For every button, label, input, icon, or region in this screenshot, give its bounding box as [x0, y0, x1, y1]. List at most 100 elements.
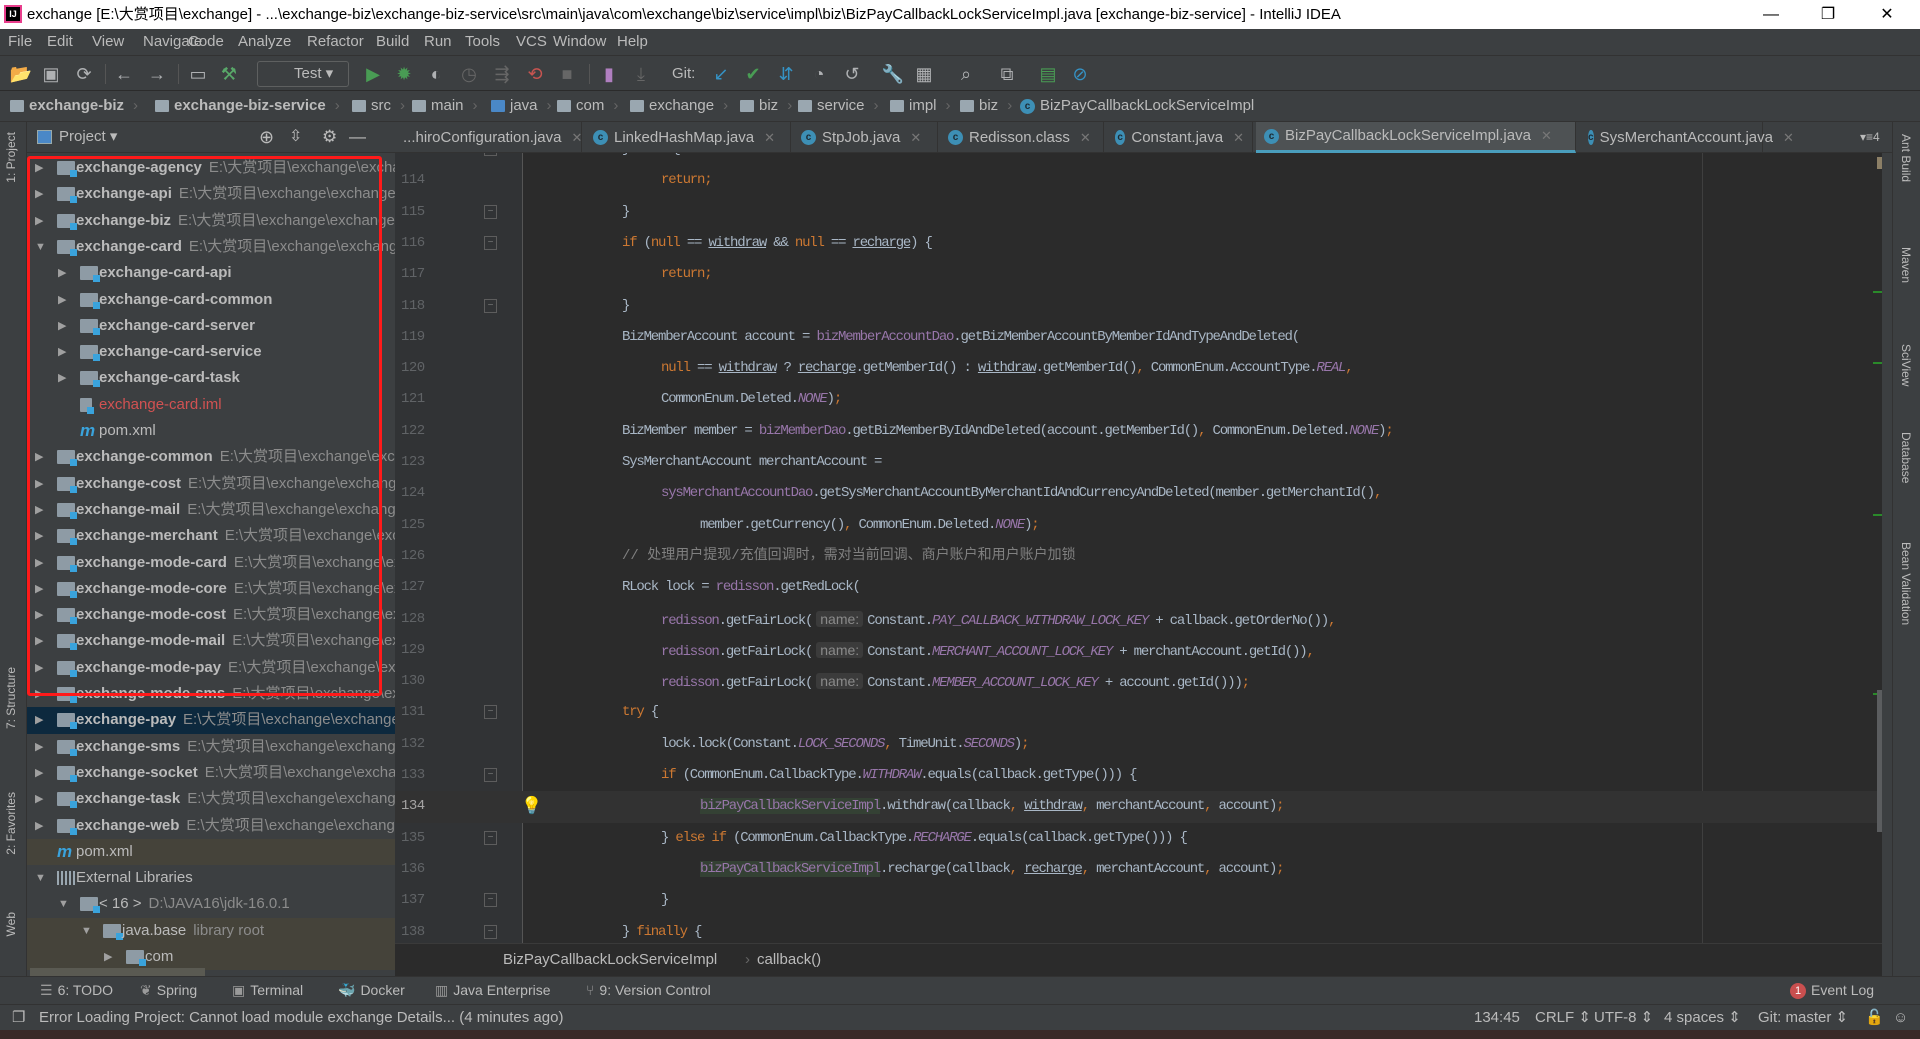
project-view-select[interactable]: Project ▾	[59, 122, 117, 152]
build-hammer-icon[interactable]: ⚒	[217, 62, 241, 86]
close-tab-icon[interactable]: ✕	[910, 123, 921, 153]
tree-item-pom.xml[interactable]: m pom.xml	[27, 838, 395, 866]
expand-arrow-icon[interactable]: ▼	[58, 891, 70, 917]
close-tab-icon[interactable]: ✕	[571, 123, 582, 153]
tool-Java Enterprise[interactable]: ▥ Java Enterprise	[435, 977, 551, 1004]
breadcrumb-class[interactable]: BizPayCallbackLockServiceImpl	[503, 944, 717, 976]
tree-item-exchange-mode-card[interactable]: ▶ exchange-mode-card E:\大赏项目\exchange\exch…	[27, 550, 395, 576]
gear-icon[interactable]: ⚙	[322, 122, 337, 152]
collapse-arrow-icon[interactable]: ▶	[35, 655, 47, 681]
collapse-arrow-icon[interactable]: ▶	[35, 208, 47, 234]
tree-item-exchange-card-service[interactable]: ▶ exchange-card-service	[27, 339, 395, 365]
expand-arrow-icon[interactable]: ▼	[35, 865, 47, 891]
tree-item-exchange-card-api[interactable]: ▶ exchange-card-api	[27, 260, 395, 286]
git-branch[interactable]: Git: master ⇕	[1758, 1005, 1848, 1030]
menu-build[interactable]: Build	[376, 29, 409, 55]
fold-marker-icon[interactable]: −	[484, 924, 497, 939]
fold-marker-icon[interactable]: −	[484, 893, 497, 908]
plugin-icon[interactable]: ⧉	[995, 62, 1019, 86]
menu-file[interactable]: File	[8, 29, 32, 55]
tab-BizPayCallbackLockServiceImpl.java[interactable]: c BizPayCallbackLockServiceImpl.java ✕	[1256, 122, 1576, 153]
menu-window[interactable]: Window	[553, 29, 606, 55]
tool-Terminal[interactable]: ▣ Terminal	[232, 977, 303, 1004]
tree-item-exchange-mode-sms[interactable]: ▶ exchange-mode-sms E:\大赏项目\exchange\excha…	[27, 681, 395, 707]
editor-vertical-scrollbar[interactable]	[1877, 690, 1882, 832]
history-icon[interactable]: ◔	[807, 62, 831, 86]
collapse-arrow-icon[interactable]: ▶	[35, 497, 47, 523]
debug-icon[interactable]: ✹	[392, 62, 416, 86]
collapse-arrow-icon[interactable]: ▶	[35, 707, 47, 733]
profile-icon[interactable]: ◷	[457, 62, 481, 86]
tab-Redisson.class[interactable]: c Redisson.class ✕	[940, 122, 1104, 153]
inspector-icon[interactable]: ☺	[1893, 1005, 1908, 1030]
tree-item-com[interactable]: ▶ com	[27, 944, 395, 971]
tab-Constant.java[interactable]: c Constant.java ✕	[1107, 122, 1253, 153]
close-tab-icon[interactable]: ✕	[1080, 123, 1091, 153]
coverage-icon[interactable]: ◐	[424, 62, 448, 86]
stripe-web[interactable]: Web	[4, 912, 18, 936]
run-icon[interactable]: ▶	[361, 62, 385, 86]
tool-6: TODO[interactable]: ☰ 6: TODO	[40, 977, 113, 1004]
sync-icon[interactable]: ⟳	[72, 62, 96, 86]
settings-wrench-icon[interactable]: 🔧	[881, 62, 905, 86]
back-icon[interactable]: ←	[112, 62, 136, 86]
menu-code[interactable]: Code	[188, 29, 224, 55]
collapse-arrow-icon[interactable]: ▶	[58, 313, 70, 339]
collapse-arrow-icon[interactable]: ▶	[35, 760, 47, 786]
stripe-favorites[interactable]: 2: Favorites	[4, 792, 18, 855]
collapse-arrow-icon[interactable]: ▶	[35, 813, 47, 839]
forward-icon[interactable]: →	[145, 62, 169, 86]
collapse-arrow-icon[interactable]: ▶	[58, 260, 70, 286]
menu-refactor[interactable]: Refactor	[307, 29, 364, 55]
collapse-arrow-icon[interactable]: ▶	[35, 602, 47, 628]
tree-item-exchange-card-task[interactable]: ▶ exchange-card-task	[27, 365, 395, 391]
collapse-arrow-icon[interactable]: ▶	[35, 734, 47, 760]
tabs-overflow-button[interactable]: ▾≡4	[1860, 122, 1880, 152]
tree-item-exchange-card[interactable]: ▼ exchange-card E:\大赏项目\exchange\exchange-…	[27, 234, 395, 260]
stripe-maven[interactable]: Maven	[1899, 247, 1913, 283]
run-configuration-select[interactable]: Test ▾	[257, 61, 349, 87]
window-icon[interactable]: ▭	[186, 62, 210, 86]
stop-icon[interactable]: ■	[555, 62, 579, 86]
tree-item-exchange-card-common[interactable]: ▶ exchange-card-common	[27, 287, 395, 313]
hide-icon[interactable]: —	[349, 122, 366, 152]
maximize-button[interactable]: ❐	[1805, 0, 1851, 29]
tree-item-exchange-mode-cost[interactable]: ▶ exchange-mode-cost E:\大赏项目\exchange\exch…	[27, 602, 395, 628]
collapse-arrow-icon[interactable]: ▶	[58, 339, 70, 365]
tool-Docker[interactable]: 🐳 Docker	[338, 977, 405, 1004]
fold-marker-icon[interactable]: −	[484, 235, 497, 250]
collapse-arrow-icon[interactable]: ▶	[35, 471, 47, 497]
close-tab-icon[interactable]: ✕	[1783, 123, 1794, 153]
status-message[interactable]: Error Loading Project: Cannot load modul…	[39, 1005, 563, 1030]
collapse-arrow-icon[interactable]: ▶	[35, 155, 47, 181]
git-update-icon[interactable]: ↙	[709, 62, 733, 86]
tree-item-exchange-card-server[interactable]: ▶ exchange-card-server	[27, 313, 395, 339]
menu-help[interactable]: Help	[617, 29, 648, 55]
fold-marker-icon[interactable]: −	[484, 705, 497, 720]
search-icon[interactable]: ⌕	[954, 62, 978, 86]
download-icon[interactable]: ⤓	[629, 62, 653, 86]
fold-marker-icon[interactable]: −	[484, 298, 497, 313]
open-icon[interactable]: 📂	[9, 62, 33, 86]
collapse-arrow-icon[interactable]: ▶	[35, 786, 47, 812]
line-separator[interactable]: CRLF ⇕	[1535, 1005, 1591, 1030]
caret-position[interactable]: 134:45	[1474, 1005, 1520, 1030]
collapse-arrow-icon[interactable]: ▶	[35, 681, 47, 707]
collapse-arrow-icon[interactable]: ▶	[35, 181, 47, 207]
tree-item-exchange-biz[interactable]: ▶ exchange-biz E:\大赏项目\exchange\exchange-b…	[27, 208, 395, 234]
breadcrumb-exchange-biz[interactable]: exchange-biz ›	[10, 91, 138, 121]
status-toggle-icon[interactable]: ❐	[12, 1005, 25, 1030]
file-encoding[interactable]: UTF-8 ⇕	[1594, 1005, 1653, 1030]
collapse-arrow-icon[interactable]: ▶	[35, 444, 47, 470]
tool-Spring[interactable]: ❦ Spring	[140, 977, 197, 1004]
tab-LinkedHashMap.java[interactable]: c LinkedHashMap.java ✕	[585, 122, 791, 153]
restart-icon[interactable]: ⟲	[523, 62, 547, 86]
tree-item-exchange-pay[interactable]: ▶ exchange-pay E:\大赏项目\exchange\exchange-p…	[27, 707, 395, 734]
tree-item-exchange-merchant[interactable]: ▶ exchange-merchant E:\大赏项目\exchange\excha…	[27, 523, 395, 549]
stripe-sciview[interactable]: SciView	[1899, 344, 1913, 386]
breadcrumb-service[interactable]: service ›	[798, 91, 879, 121]
inspection-indicator-icon[interactable]	[1877, 157, 1882, 169]
code-editor[interactable]: 113− } else {114 return;115− }116− if (n…	[395, 153, 1882, 943]
stripe-ant-build[interactable]: Ant Build	[1899, 134, 1913, 182]
tree-item-exchange-common[interactable]: ▶ exchange-common E:\大赏项目\exchange\exchang…	[27, 444, 395, 470]
